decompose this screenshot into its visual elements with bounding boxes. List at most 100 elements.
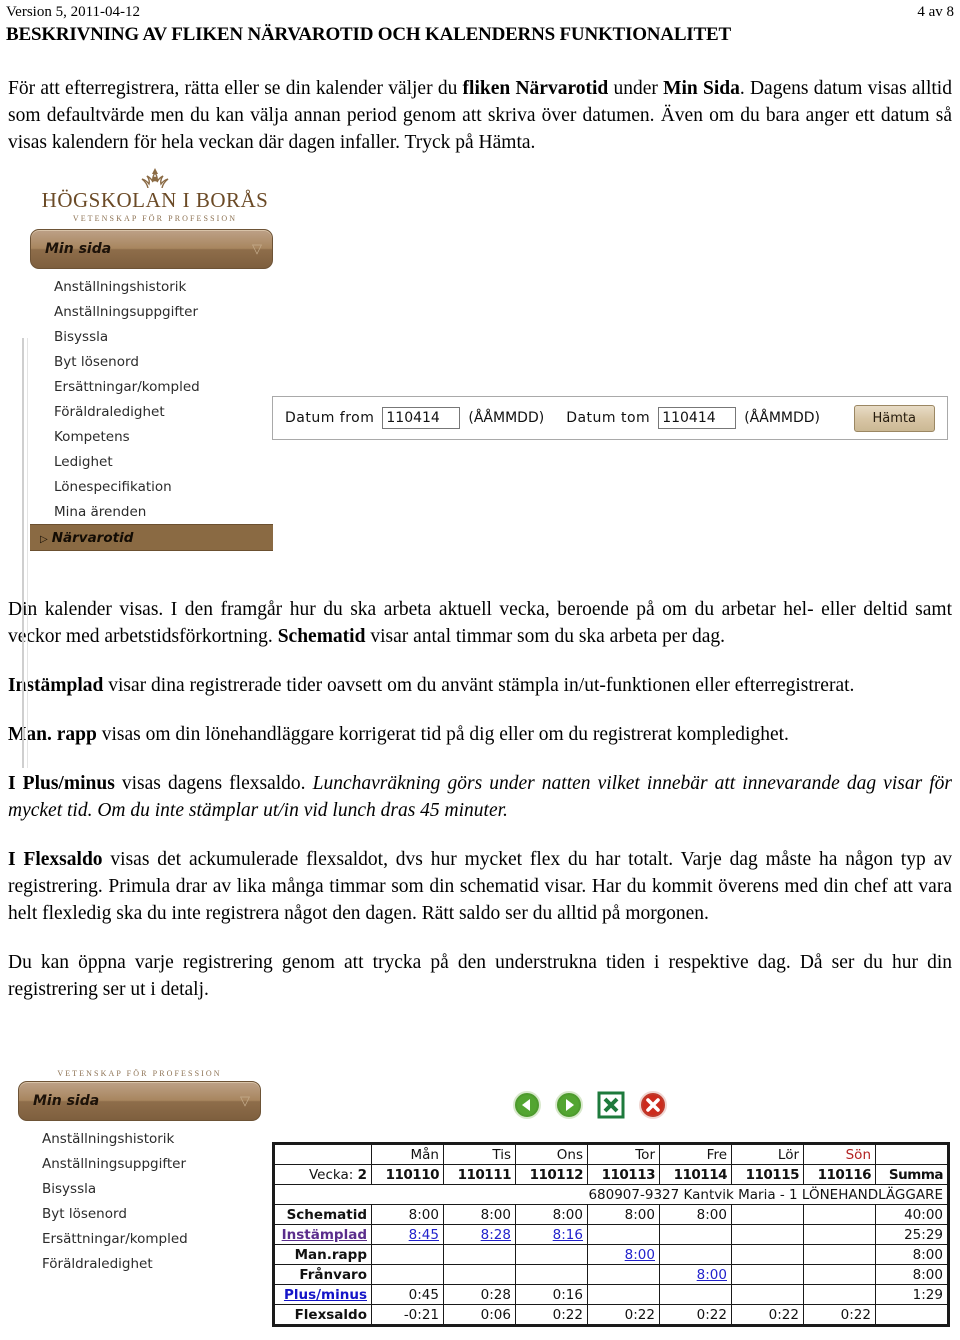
man-rapp-tor[interactable]: 8:00 — [587, 1244, 660, 1265]
logo-text: HÖGSKOLAN I BORÅS — [41, 188, 269, 212]
datum-tom-input[interactable] — [658, 407, 737, 429]
sidebar-item-ledighet[interactable]: Ledighet — [30, 449, 273, 474]
instamplad-fre — [659, 1224, 732, 1245]
page-title: BESKRIVNING AV FLIKEN NÄRVAROTID OCH KAL… — [6, 24, 731, 45]
sidebar-item-anstallningsuppgifter[interactable]: Anställningsuppgifter — [30, 299, 273, 324]
excel-export-icon[interactable] — [596, 1090, 626, 1120]
sidebar2-item-foraldraledighet[interactable]: Föräldraledighet — [18, 1251, 261, 1276]
schematid-fre: 8:00 — [659, 1204, 732, 1225]
date-man: 110110 — [371, 1164, 444, 1185]
flexsaldo-summa — [875, 1304, 948, 1325]
sidebar2-item-byt-losenord[interactable]: Byt lösenord — [18, 1201, 261, 1226]
intro-text-2: under — [608, 78, 664, 99]
plus-minus-son — [803, 1284, 876, 1305]
paragraph-open-registration: Du kan öppna varje registrering genom at… — [8, 952, 952, 1000]
man-rapp-summa: 8:00 — [875, 1244, 948, 1265]
screenshot-left-rule-2 — [27, 338, 28, 768]
sidebar2-item-anstallningshistorik[interactable]: Anställningshistorik — [18, 1126, 261, 1151]
p4-bold: I Plus/minus — [8, 773, 115, 794]
minsida-dropdown-2[interactable]: Min sida ▽ — [18, 1081, 261, 1121]
flexsaldo-man: -0:21 — [371, 1304, 444, 1325]
crest-icon-svg — [141, 168, 169, 189]
rowlabel-plus-minus[interactable]: Plus/minus — [274, 1284, 372, 1305]
man-rapp-fre — [659, 1244, 732, 1265]
instamplad-lor — [731, 1224, 804, 1245]
date-range-toolbar: Datum from (ÅÅMMDD) Datum tom (ÅÅMMDD) H… — [272, 396, 948, 440]
crest-icon — [30, 166, 280, 189]
table-row-flexsaldo: Flexsaldo -0:21 0:06 0:22 0:22 0:22 0:22… — [274, 1304, 948, 1325]
paragraph-schematid: Din kalender visas. I den framgår hur du… — [0, 596, 960, 650]
dayhead-blank-right — [875, 1144, 948, 1165]
instamplad-ons[interactable]: 8:16 — [515, 1224, 588, 1245]
dayhead-tor: Tor — [587, 1144, 660, 1165]
man-rapp-tis — [443, 1244, 516, 1265]
sidebar-item-anstallningshistorik[interactable]: Anställningshistorik — [30, 274, 273, 299]
flexsaldo-ons: 0:22 — [515, 1304, 588, 1325]
dayhead-lor: Lör — [731, 1144, 804, 1165]
hamta-button[interactable]: Hämta — [853, 404, 935, 432]
franvaro-fre[interactable]: 8:00 — [659, 1264, 732, 1285]
date-tor: 110113 — [587, 1164, 660, 1185]
sidebar-item-bisyssla[interactable]: Bisyssla — [30, 324, 273, 349]
schematid-man: 8:00 — [371, 1204, 444, 1225]
rowlabel-instamplad[interactable]: Instämplad — [274, 1224, 372, 1245]
man-rapp-lor — [731, 1244, 804, 1265]
sidebar-menu-2: Anställningshistorik Anställningsuppgift… — [18, 1121, 261, 1276]
chevron-down-icon-2: ▽ — [240, 1093, 250, 1108]
table-row-day-headers: Mån Tis Ons Tor Fre Lör Sön — [274, 1144, 948, 1165]
instamplad-tor — [587, 1224, 660, 1245]
p4-text: visas dagens flexsaldo. — [114, 773, 313, 794]
rowlabel-instamplad-link: Instämplad — [281, 1226, 367, 1243]
plus-minus-fre — [659, 1284, 732, 1305]
sidebar-item-narvarotid[interactable]: ▷ Närvarotid — [30, 524, 273, 551]
rowlabel-plus-minus-link: Plus/minus — [283, 1286, 367, 1303]
logo-tagline: VETENSKAP FÖR PROFESSION — [72, 214, 238, 223]
plus-minus-man: 0:45 — [371, 1284, 444, 1305]
logo-tagline-2: VETENSKAP FÖR PROFESSION — [57, 1069, 222, 1078]
summa-header: Summa — [875, 1164, 948, 1185]
sidebar-item-lonespecifikation[interactable]: Lönespecifikation — [30, 474, 273, 499]
schematid-tor: 8:00 — [587, 1204, 660, 1225]
sidebar-menu: Anställningshistorik Anställningsuppgift… — [30, 269, 273, 551]
sidebar-item-ersattningar-kompled[interactable]: Ersättningar/kompled — [30, 374, 273, 399]
instamplad-man[interactable]: 8:45 — [371, 1224, 444, 1245]
sidebar2-item-bisyssla[interactable]: Bisyssla — [18, 1176, 261, 1201]
dayhead-man: Mån — [371, 1144, 444, 1165]
person-row: 680907-9327 Kantvik Maria - 1 LÖNEHANDLÄ… — [274, 1184, 948, 1205]
instamplad-man-link: 8:45 — [408, 1226, 439, 1243]
sidebar2-item-ersattningar-kompled[interactable]: Ersättningar/kompled — [18, 1226, 261, 1251]
datum-from-input[interactable] — [382, 407, 461, 429]
sidebar2-item-anstallningsuppgifter[interactable]: Anställningsuppgifter — [18, 1151, 261, 1176]
p5-text: visas det ackumulerade flexsaldot, dvs h… — [8, 849, 952, 924]
flexsaldo-fre: 0:22 — [659, 1304, 732, 1325]
table-row-schematid: Schematid 8:00 8:00 8:00 8:00 8:00 40:00 — [274, 1204, 948, 1225]
dayhead-tis: Tis — [443, 1144, 516, 1165]
week-label-cell: Vecka: 2 — [274, 1164, 372, 1185]
calendar-toolbar — [512, 1090, 668, 1120]
close-icon[interactable] — [638, 1090, 668, 1120]
dayhead-ons: Ons — [515, 1144, 588, 1165]
sidebar-item-mina-arenden[interactable]: Mina ärenden — [30, 499, 273, 524]
attendance-calendar: Mån Tis Ons Tor Fre Lör Sön Vecka: 2 110… — [272, 1142, 950, 1327]
datum-tom-format: (ÅÅMMDD) — [744, 410, 820, 426]
sidebar-item-kompetens[interactable]: Kompetens — [30, 424, 273, 449]
datum-from-format: (ÅÅMMDD) — [468, 410, 545, 426]
p1-text-c: visar antal timmar som du ska arbeta per… — [365, 626, 725, 647]
man-rapp-man — [371, 1244, 444, 1265]
forward-arrow-icon[interactable] — [554, 1090, 584, 1120]
sidebar-item-byt-losenord[interactable]: Byt lösenord — [30, 349, 273, 374]
p2-text: visar dina registrerade tider oavsett om… — [103, 675, 855, 696]
intro-bold-2: Min Sida — [663, 78, 740, 99]
franvaro-tor — [587, 1264, 660, 1285]
instamplad-tis[interactable]: 8:28 — [443, 1224, 516, 1245]
franvaro-ons — [515, 1264, 588, 1285]
date-son: 110116 — [803, 1164, 876, 1185]
back-arrow-icon[interactable] — [512, 1090, 542, 1120]
flexsaldo-tis: 0:06 — [443, 1304, 516, 1325]
schematid-son — [803, 1204, 876, 1225]
man-rapp-son — [803, 1244, 876, 1265]
sidebar-item-foraldraledighet[interactable]: Föräldraledighet — [30, 399, 273, 424]
minsida-dropdown[interactable]: Min sida ▽ — [30, 229, 273, 269]
franvaro-lor — [731, 1264, 804, 1285]
date-fre: 110114 — [659, 1164, 732, 1185]
